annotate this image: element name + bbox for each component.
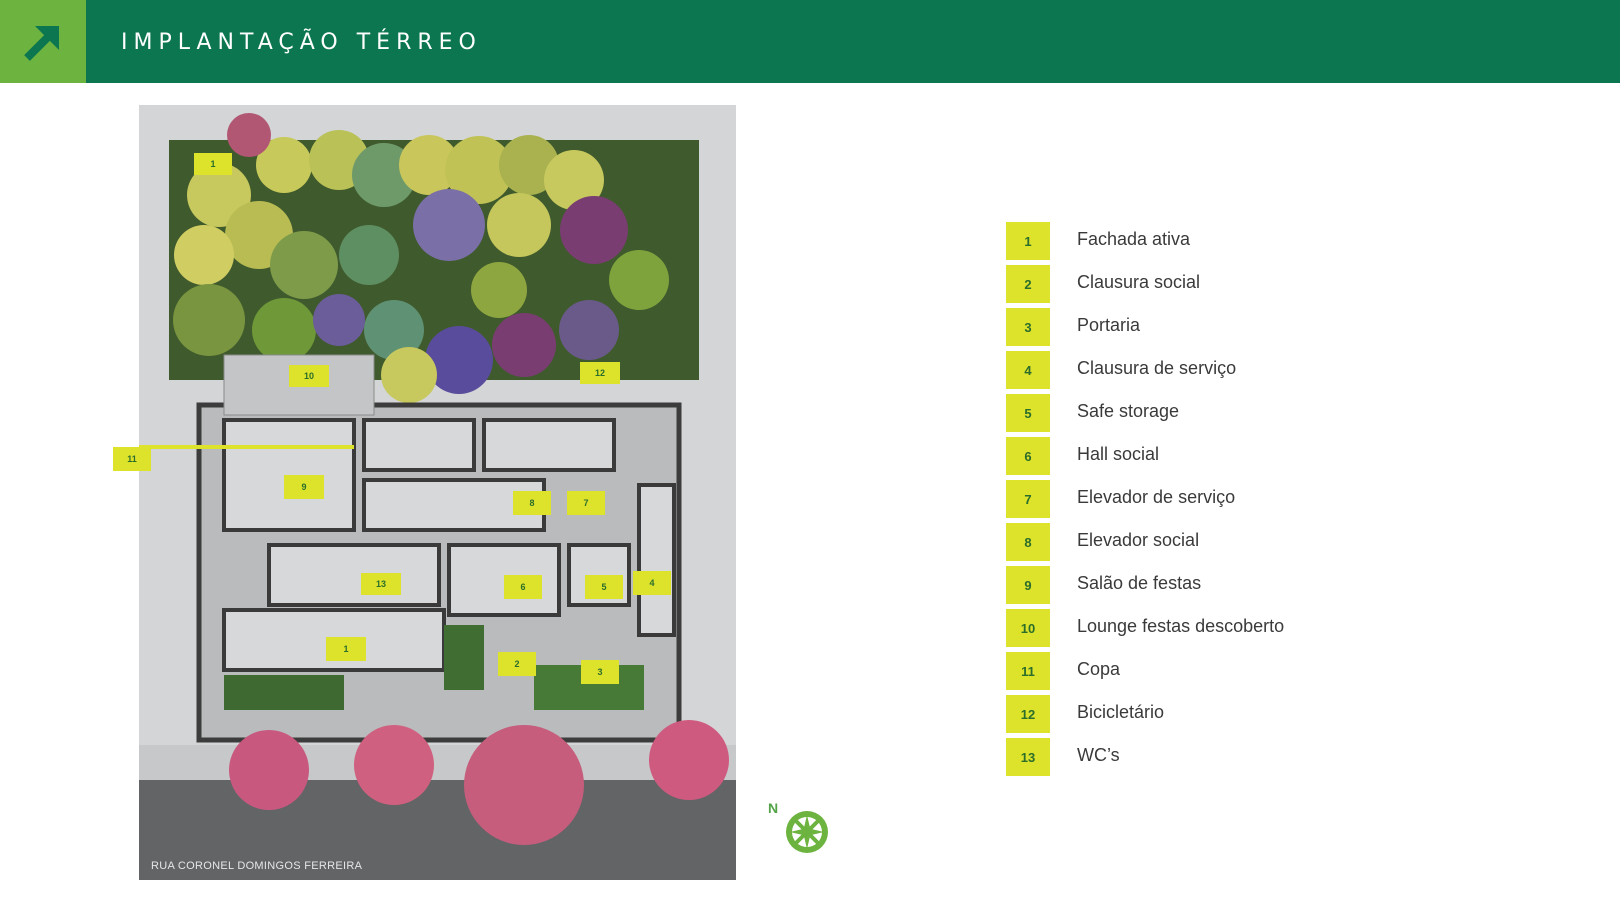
site-plan: 1 10 12 9 8 7 4 13 6 5 1 2 3 RUA CORONEL… [139,105,736,880]
plan-marker-2: 2 [498,652,536,676]
legend-label: Portaria [1077,315,1141,335]
legend-label: Lounge festas descoberto [1077,616,1285,636]
plan-marker-1-bottom: 1 [326,637,366,661]
legend-number: 4 [1006,351,1050,389]
legend-item: 13 WC’s [1006,738,1366,781]
legend-number: 9 [1006,566,1050,604]
legend-item: 12 Bicicletário [1006,695,1366,738]
legend-number: 10 [1006,609,1050,647]
legend-number: 8 [1006,523,1050,561]
legend-label: Fachada ativa [1077,229,1191,249]
legend-label: Elevador social [1077,530,1200,550]
compass-icon [786,811,828,853]
legend-label: Clausura de serviço [1077,358,1237,378]
legend-number: 7 [1006,480,1050,518]
north-compass: N [768,800,838,860]
plan-marker-12: 12 [580,362,620,384]
street-label: RUA CORONEL DOMINGOS FERREIRA [151,860,363,872]
legend-label: Salão de festas [1077,573,1202,593]
legend-label: Safe storage [1077,401,1180,421]
legend-item: 7 Elevador de serviço [1006,480,1366,523]
plan-marker-4: 4 [633,571,671,595]
legend-item: 9 Salão de festas [1006,566,1366,609]
legend-label: Copa [1077,659,1121,679]
legend-item: 3 Portaria [1006,308,1366,351]
legend-number: 5 [1006,394,1050,432]
plan-marker-7: 7 [567,491,605,515]
legend-number: 6 [1006,437,1050,475]
legend-item: 11 Copa [1006,652,1366,695]
legend-item: 2 Clausura social [1006,265,1366,308]
plan-marker-3: 3 [581,660,619,684]
plan-marker-11: 11 [113,447,151,471]
legend-number: 2 [1006,265,1050,303]
legend-item: 4 Clausura de serviço [1006,351,1366,394]
north-label: N [768,800,779,816]
plan-marker-6: 6 [504,575,542,599]
plan-marker-5: 5 [585,575,623,599]
page-title: IMPLANTAÇÃO TÉRREO [121,30,482,55]
legend-number: 3 [1006,308,1050,346]
header-bar: IMPLANTAÇÃO TÉRREO [0,0,1620,83]
legend-label: WC’s [1077,745,1120,765]
legend-item: 6 Hall social [1006,437,1366,480]
legend-item: 1 Fachada ativa [1006,222,1366,265]
logo-block [0,0,86,83]
legend: 1 Fachada ativa 2 Clausura social 3 Portaria 4… [1006,222,1366,781]
legend-label: Bicicletário [1077,702,1165,722]
plan-marker-9: 9 [284,475,324,499]
legend-item: 8 Elevador social [1006,523,1366,566]
slide: IMPLANTAÇÃO TÉRREO 1 10 12 9 8 7 4 13 6 … [0,0,1620,907]
plan-marker-13: 13 [361,573,401,595]
plan-marker-1-top: 1 [194,153,232,175]
plan-marker-10: 10 [289,365,329,387]
site-plan-drawing [139,105,736,880]
legend-number: 1 [1006,222,1050,260]
arrow-up-right-icon [24,25,59,61]
legend-label: Elevador de serviço [1077,487,1236,507]
legend-item: 10 Lounge festas descoberto [1006,609,1366,652]
legend-number: 13 [1006,738,1050,776]
legend-label: Clausura social [1077,272,1201,292]
plan-marker-8: 8 [513,491,551,515]
legend-number: 11 [1006,652,1050,690]
legend-number: 12 [1006,695,1050,733]
legend-label: Hall social [1077,444,1160,464]
legend-item: 5 Safe storage [1006,394,1366,437]
